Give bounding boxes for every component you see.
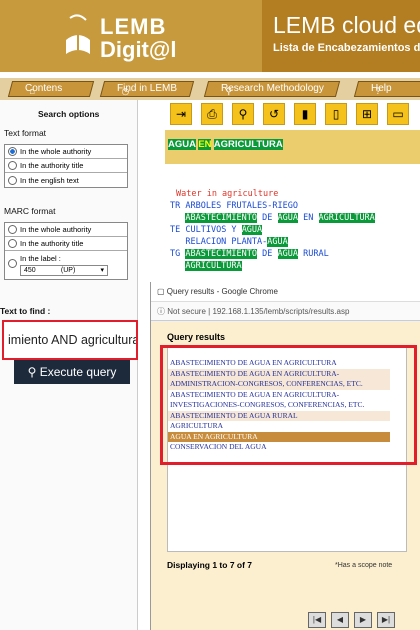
text-format-group: In the whole authority In the authority … xyxy=(4,144,128,188)
radio[interactable] xyxy=(8,259,17,268)
logo-subtext: Digit@l xyxy=(100,37,177,62)
tab-contens[interactable]: ⌂ Contens xyxy=(7,81,95,97)
search-icon: ⚲ xyxy=(27,365,40,379)
record-body: Water in agriculture TR ARBOLES FRUTALES… xyxy=(170,189,375,271)
last-page-icon[interactable]: ▶| xyxy=(377,612,395,628)
marc-format-label: MARC format xyxy=(4,206,56,216)
tab-help[interactable]: ? Help xyxy=(353,81,420,97)
displaying-count: Displaying 1 to 7 of 7 xyxy=(167,560,253,570)
record-heading-bar: AGUA EN AGRICULTURA xyxy=(165,130,420,164)
app-title: LEMB cloud edi xyxy=(273,12,420,38)
info-icon: ⓘ xyxy=(157,307,168,316)
text-to-find-label: Text to find : xyxy=(0,306,51,316)
tab-research-methodology[interactable]: ⚲ Research Methodology xyxy=(203,81,341,97)
radio[interactable] xyxy=(8,175,17,185)
related-term-link[interactable]: ARBOLES FRUTALES-RIEGO xyxy=(185,201,298,211)
execute-query-button[interactable]: ⚲ Execute query xyxy=(14,360,130,384)
record-heading: AGUA EN AGRICULTURA xyxy=(168,139,283,150)
marc-option[interactable]: In the authority title xyxy=(5,237,127,251)
app-subtitle: Lista de Encabezamientos de Ma xyxy=(273,42,420,54)
radio[interactable] xyxy=(8,225,17,234)
text-format-label: Text format xyxy=(4,128,47,138)
folder-add-icon[interactable]: ⊞ xyxy=(356,103,378,125)
history-icon[interactable]: ↺ xyxy=(263,103,285,125)
broader-term-link[interactable]: AGRICULTURA xyxy=(185,261,242,271)
narrower-term-link[interactable]: RELACION PLANTA- xyxy=(185,237,267,247)
text-format-option[interactable]: In the english text xyxy=(5,173,127,187)
marc-format-group: In the whole authority In the authority … xyxy=(4,222,128,280)
print-icon[interactable]: ⎙ xyxy=(201,103,223,125)
radio[interactable] xyxy=(8,239,17,248)
logo-icon xyxy=(66,14,90,54)
document-icon: ▢ xyxy=(157,287,167,296)
address-bar[interactable]: ⓘ Not secure | 192.168.1.135/lemb/script… xyxy=(151,302,420,321)
header-banner: LEMB Digit@l LEMB cloud edi Lista de Enc… xyxy=(0,0,420,72)
marc-option-label[interactable]: In the label : 450 (UP) ▾ xyxy=(5,251,127,279)
broader-term-link[interactable]: ABASTECIMIENTO xyxy=(185,249,258,259)
tab-find[interactable]: ◷ Find in LEMB xyxy=(99,81,195,97)
radio[interactable] xyxy=(8,161,17,170)
folder-open-icon[interactable]: ▭ xyxy=(387,103,409,125)
text-format-option[interactable]: In the whole authority xyxy=(5,145,127,159)
scope-note: *Has a scope note xyxy=(335,562,393,569)
english-text: Water in agriculture xyxy=(176,189,279,199)
bookmark-filled-icon[interactable]: ▮ xyxy=(294,103,316,125)
first-page-icon[interactable]: |◀ xyxy=(308,612,326,628)
chevron-down-icon: ▾ xyxy=(100,267,104,274)
bookmark-outline-icon[interactable]: ▯ xyxy=(325,103,347,125)
label-select[interactable]: 450 (UP) ▾ xyxy=(20,265,108,276)
query-results-heading: Query results xyxy=(167,332,226,342)
text-to-find-input[interactable]: imiento AND agricultura xyxy=(2,320,138,360)
next-page-icon[interactable]: ▶ xyxy=(354,612,372,628)
related-term-link[interactable]: ABASTECIMIENTO xyxy=(185,213,258,223)
narrower-term-link[interactable]: CULTIVOS Y xyxy=(185,225,236,235)
prev-page-icon[interactable]: ◀ xyxy=(331,612,349,628)
window-titlebar: ▢ Query results - Google Chrome xyxy=(151,282,420,302)
search-icon[interactable]: ⚲ xyxy=(232,103,254,125)
results-highlight-box xyxy=(160,345,417,465)
search-options-heading: Search options xyxy=(38,109,100,119)
export-icon[interactable]: ⇥ xyxy=(170,103,192,125)
marc-option[interactable]: In the whole authority xyxy=(5,223,127,237)
radio-checked[interactable] xyxy=(8,147,17,156)
text-format-option[interactable]: In the authority title xyxy=(5,159,127,173)
